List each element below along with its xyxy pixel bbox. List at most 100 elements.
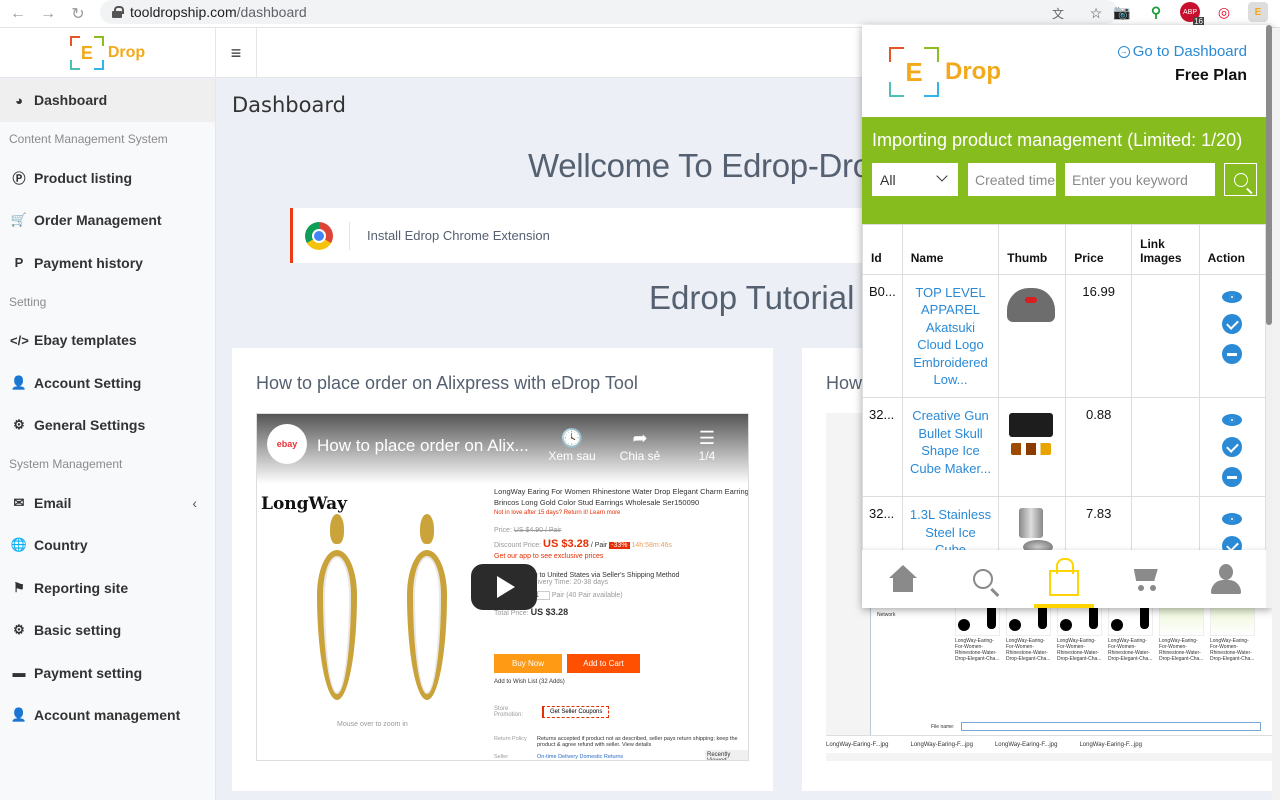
cart-icon [1130, 565, 1160, 593]
play-button[interactable] [471, 564, 537, 610]
recently-viewed[interactable]: Recently Viewed [705, 750, 748, 760]
product-name-link[interactable]: Creative Gun Bullet Skull Shape Ice Cube… [910, 408, 991, 475]
video-overlay-title[interactable]: How to place order on Alix... [317, 436, 529, 456]
status-filter-select[interactable]: All [872, 163, 958, 196]
nav-tab-account[interactable] [1196, 550, 1256, 608]
product-name-link[interactable]: 1.3L Stainless Steel Ice Cube Container [910, 507, 991, 550]
page-scrollbar[interactable] [1272, 28, 1280, 800]
sidebar-item-basic-setting[interactable]: ⚙ Basic setting [0, 609, 215, 652]
brand-logo[interactable]: E Drop [0, 28, 216, 78]
popup-bottom-nav [862, 550, 1266, 608]
zoom-hint: Mouse over to zoom in [337, 721, 408, 728]
sidebar-item-payment-history[interactable]: P Payment history [0, 242, 215, 285]
product-name-link[interactable]: TOP LEVEL APPAREL Akatsuki Cloud Logo Em… [913, 285, 987, 387]
table-header-row: Id Name Thumb Price Link Images Action [862, 224, 1266, 275]
product-table: Id Name Thumb Price Link Images Action B… [862, 224, 1266, 550]
chevron-left-icon: ‹ [192, 494, 197, 511]
nav-tab-home[interactable] [872, 550, 932, 608]
forward-button[interactable]: → [36, 5, 60, 23]
edrop-extension-icon[interactable]: E [1248, 2, 1268, 22]
approve-icon[interactable] [1222, 314, 1243, 334]
column-header-id: Id [862, 224, 903, 275]
approve-icon[interactable] [1222, 437, 1243, 458]
remove-icon[interactable] [1222, 344, 1243, 364]
wishlist-link[interactable]: Add to Wish List (32 Adds) [494, 679, 565, 685]
sidebar-item-label: Product listing [34, 169, 132, 186]
channel-avatar[interactable]: ebay [267, 424, 307, 464]
link-images [1131, 397, 1200, 498]
edrop-logo-icon: E [69, 36, 104, 70]
playlist-button[interactable]: ☰ 1/4 [682, 428, 732, 463]
approve-icon[interactable] [1222, 536, 1243, 550]
lock-icon [112, 6, 124, 18]
adblock-icon[interactable]: ABP 16 [1180, 2, 1204, 26]
go-to-dashboard-link[interactable]: → Go to Dashboard [1117, 43, 1247, 60]
gears-icon: ⚙ [13, 622, 25, 638]
view-icon[interactable] [1222, 290, 1243, 304]
keyword-search-input[interactable] [1065, 163, 1215, 196]
sidebar-item-label: Dashboard [34, 92, 108, 109]
product-table-container[interactable]: Id Name Thumb Price Link Images Action B… [862, 224, 1266, 550]
reload-button[interactable]: ↻ [66, 4, 90, 24]
nav-tab-search[interactable] [953, 550, 1013, 608]
view-icon[interactable] [1222, 512, 1243, 526]
downloads-bar: LongWay-Earing-F...jpg LongWay-Earing-F.… [826, 735, 1280, 753]
sidebar-item-reporting-site[interactable]: ⚑ Reporting site [0, 567, 215, 610]
created-time-input[interactable] [968, 163, 1056, 196]
share-icon: ➦ [632, 428, 648, 448]
hamburger-icon: ≡ [230, 42, 242, 63]
sidebar-item-order-management[interactable]: 🛒 Order Management [0, 199, 215, 242]
sidebar-item-label: Email [34, 494, 72, 511]
earrings-image [297, 514, 477, 714]
nav-tab-orders[interactable] [1115, 550, 1175, 608]
nav-tab-products[interactable] [1033, 550, 1094, 608]
globe-icon: 🌐 [10, 537, 28, 553]
product-thumbnail [1005, 284, 1059, 338]
add-to-cart-button[interactable]: Add to Cart [567, 654, 640, 673]
sidebar-item-label: Payment setting [34, 664, 143, 681]
menu-toggle-button[interactable]: ≡ [216, 28, 257, 78]
table-row: 32... Creative Gun Bullet Skull Shape Ice… [862, 397, 1266, 498]
watch-later-button[interactable]: 🕓 Xem sau [547, 428, 597, 463]
url-host: tooldropship.com [130, 4, 237, 20]
sidebar-item-product-listing[interactable]: Ⓟ Product listing [0, 157, 215, 200]
return-policy-text: Returns accepted if product not as descr… [537, 736, 738, 748]
product-thumbnail [1005, 407, 1059, 461]
sidebar-item-label: General Settings [34, 417, 146, 434]
translate-icon[interactable]: 文 [1048, 3, 1068, 23]
sidebar-item-label: Account Setting [34, 374, 142, 391]
column-header-action: Action [1198, 224, 1266, 275]
sidebar-item-ebay-templates[interactable]: </> Ebay templates [0, 319, 215, 362]
back-button[interactable]: ← [6, 5, 30, 23]
column-header-name: Name [901, 224, 1000, 275]
sidebar-section-heading: System Management [9, 457, 123, 471]
search-icon [1233, 172, 1248, 187]
table-row: B0... TOP LEVEL APPAREL Akatsuki Cloud Lo… [862, 273, 1266, 399]
video-player[interactable]: ebay How to place order on Alix... 🕓 Xem … [256, 413, 749, 761]
sidebar-item-account-management[interactable]: 👤 Account management [0, 694, 215, 737]
remove-icon[interactable] [1222, 467, 1243, 488]
buy-now-button[interactable]: Buy Now [494, 654, 562, 673]
sidebar-item-country[interactable]: 🌐 Country [0, 524, 215, 567]
address-bar[interactable]: tooldropship.com/dashboard 文 ☆ [100, 0, 1118, 24]
target-icon[interactable]: ◎ [1214, 2, 1234, 22]
view-icon[interactable] [1222, 413, 1243, 427]
sidebar-item-email[interactable]: ✉ Email ‹ [0, 482, 215, 525]
product-price: 7.83 [1065, 496, 1133, 550]
search-extension-icon[interactable]: ⚲ [1146, 2, 1166, 22]
url-path: /dashboard [236, 4, 307, 20]
search-button[interactable] [1224, 163, 1257, 196]
star-icon[interactable]: ☆ [1086, 3, 1106, 23]
flag-icon: ⚑ [13, 579, 25, 595]
credit-card-icon: ▬ [12, 665, 26, 681]
home-icon [889, 565, 918, 593]
seller-coupons-button[interactable]: Get Seller Coupons [542, 706, 610, 718]
sidebar-item-dashboard[interactable]: ◕ Dashboard [0, 79, 215, 122]
sidebar-item-general-settings[interactable]: ⚙ General Settings [0, 404, 215, 447]
sidebar-item-account-setting[interactable]: 👤 Account Setting [0, 362, 215, 405]
sidebar-item-label: Account management [34, 707, 181, 724]
sidebar-item-payment-setting[interactable]: ▬ Payment setting [0, 652, 215, 695]
column-header-price: Price [1065, 224, 1133, 275]
camera-icon[interactable]: 📷 [1112, 2, 1132, 22]
share-button[interactable]: ➦ Chia sẻ [615, 428, 665, 463]
